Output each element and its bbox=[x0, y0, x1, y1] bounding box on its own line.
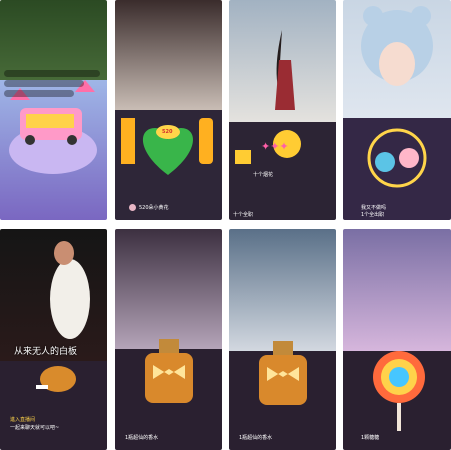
gift-name: 十个烟花 bbox=[253, 172, 274, 178]
perfume-icon bbox=[259, 341, 307, 405]
perfume-icon bbox=[145, 339, 193, 403]
gift-name: 十个全职 bbox=[233, 212, 254, 218]
gift-name: 1瓶超仙的香水 bbox=[125, 435, 159, 441]
tile-bear[interactable]: 我又不做吗 1个全出职 bbox=[343, 0, 451, 220]
camper-van-icon bbox=[9, 80, 97, 174]
tile-lollipop[interactable]: 1颗糖糖 bbox=[343, 229, 451, 450]
svg-text:✦✦✦: ✦✦✦ bbox=[261, 140, 289, 153]
gift-name: 我又不做吗 bbox=[361, 205, 387, 211]
tile-i-love-u[interactable]: 520 520朵小黄花 bbox=[115, 0, 222, 220]
i-love-u-icon bbox=[121, 118, 213, 175]
lollipop-icon bbox=[373, 351, 425, 431]
gift-name: 520朵小黄花 bbox=[139, 205, 169, 211]
tile-perfume-1[interactable]: 1瓶超仙的香水 bbox=[115, 229, 222, 450]
firework-icon: ✦✦✦ bbox=[235, 30, 301, 164]
gift-count-label: 520 bbox=[162, 129, 173, 135]
gift-name: 1瓶超仙的香水 bbox=[239, 435, 273, 441]
tile-perfume-2[interactable]: 1瓶超仙的香水 bbox=[229, 229, 336, 450]
chat-bar bbox=[4, 70, 100, 77]
tile-firework[interactable]: ✦✦✦ 十个烟花 十个全职 bbox=[229, 0, 336, 220]
chat-bar bbox=[4, 90, 74, 97]
avatar bbox=[129, 204, 136, 211]
gift-name: 1颗糖糖 bbox=[361, 435, 380, 441]
tile-camper-van[interactable] bbox=[0, 0, 107, 220]
chat-bar bbox=[4, 80, 84, 87]
chat-line: 一起来聊天就可以吧~ bbox=[10, 425, 60, 431]
stream-caption: 从来无人的白板 bbox=[14, 347, 78, 357]
gift-name: 1个全出职 bbox=[361, 212, 385, 218]
live-gift-grid: 520 520朵小黄花 ✦✦✦ 十个烟花 十个全职 我又不做吗 1个全出职 从来… bbox=[0, 0, 451, 450]
tile-chicken[interactable]: 从来无人的白板 進入直播间 一起来聊天就可以吧~ bbox=[0, 229, 107, 450]
bear-hug-icon bbox=[361, 6, 433, 188]
chat-line: 進入直播间 bbox=[10, 417, 36, 423]
